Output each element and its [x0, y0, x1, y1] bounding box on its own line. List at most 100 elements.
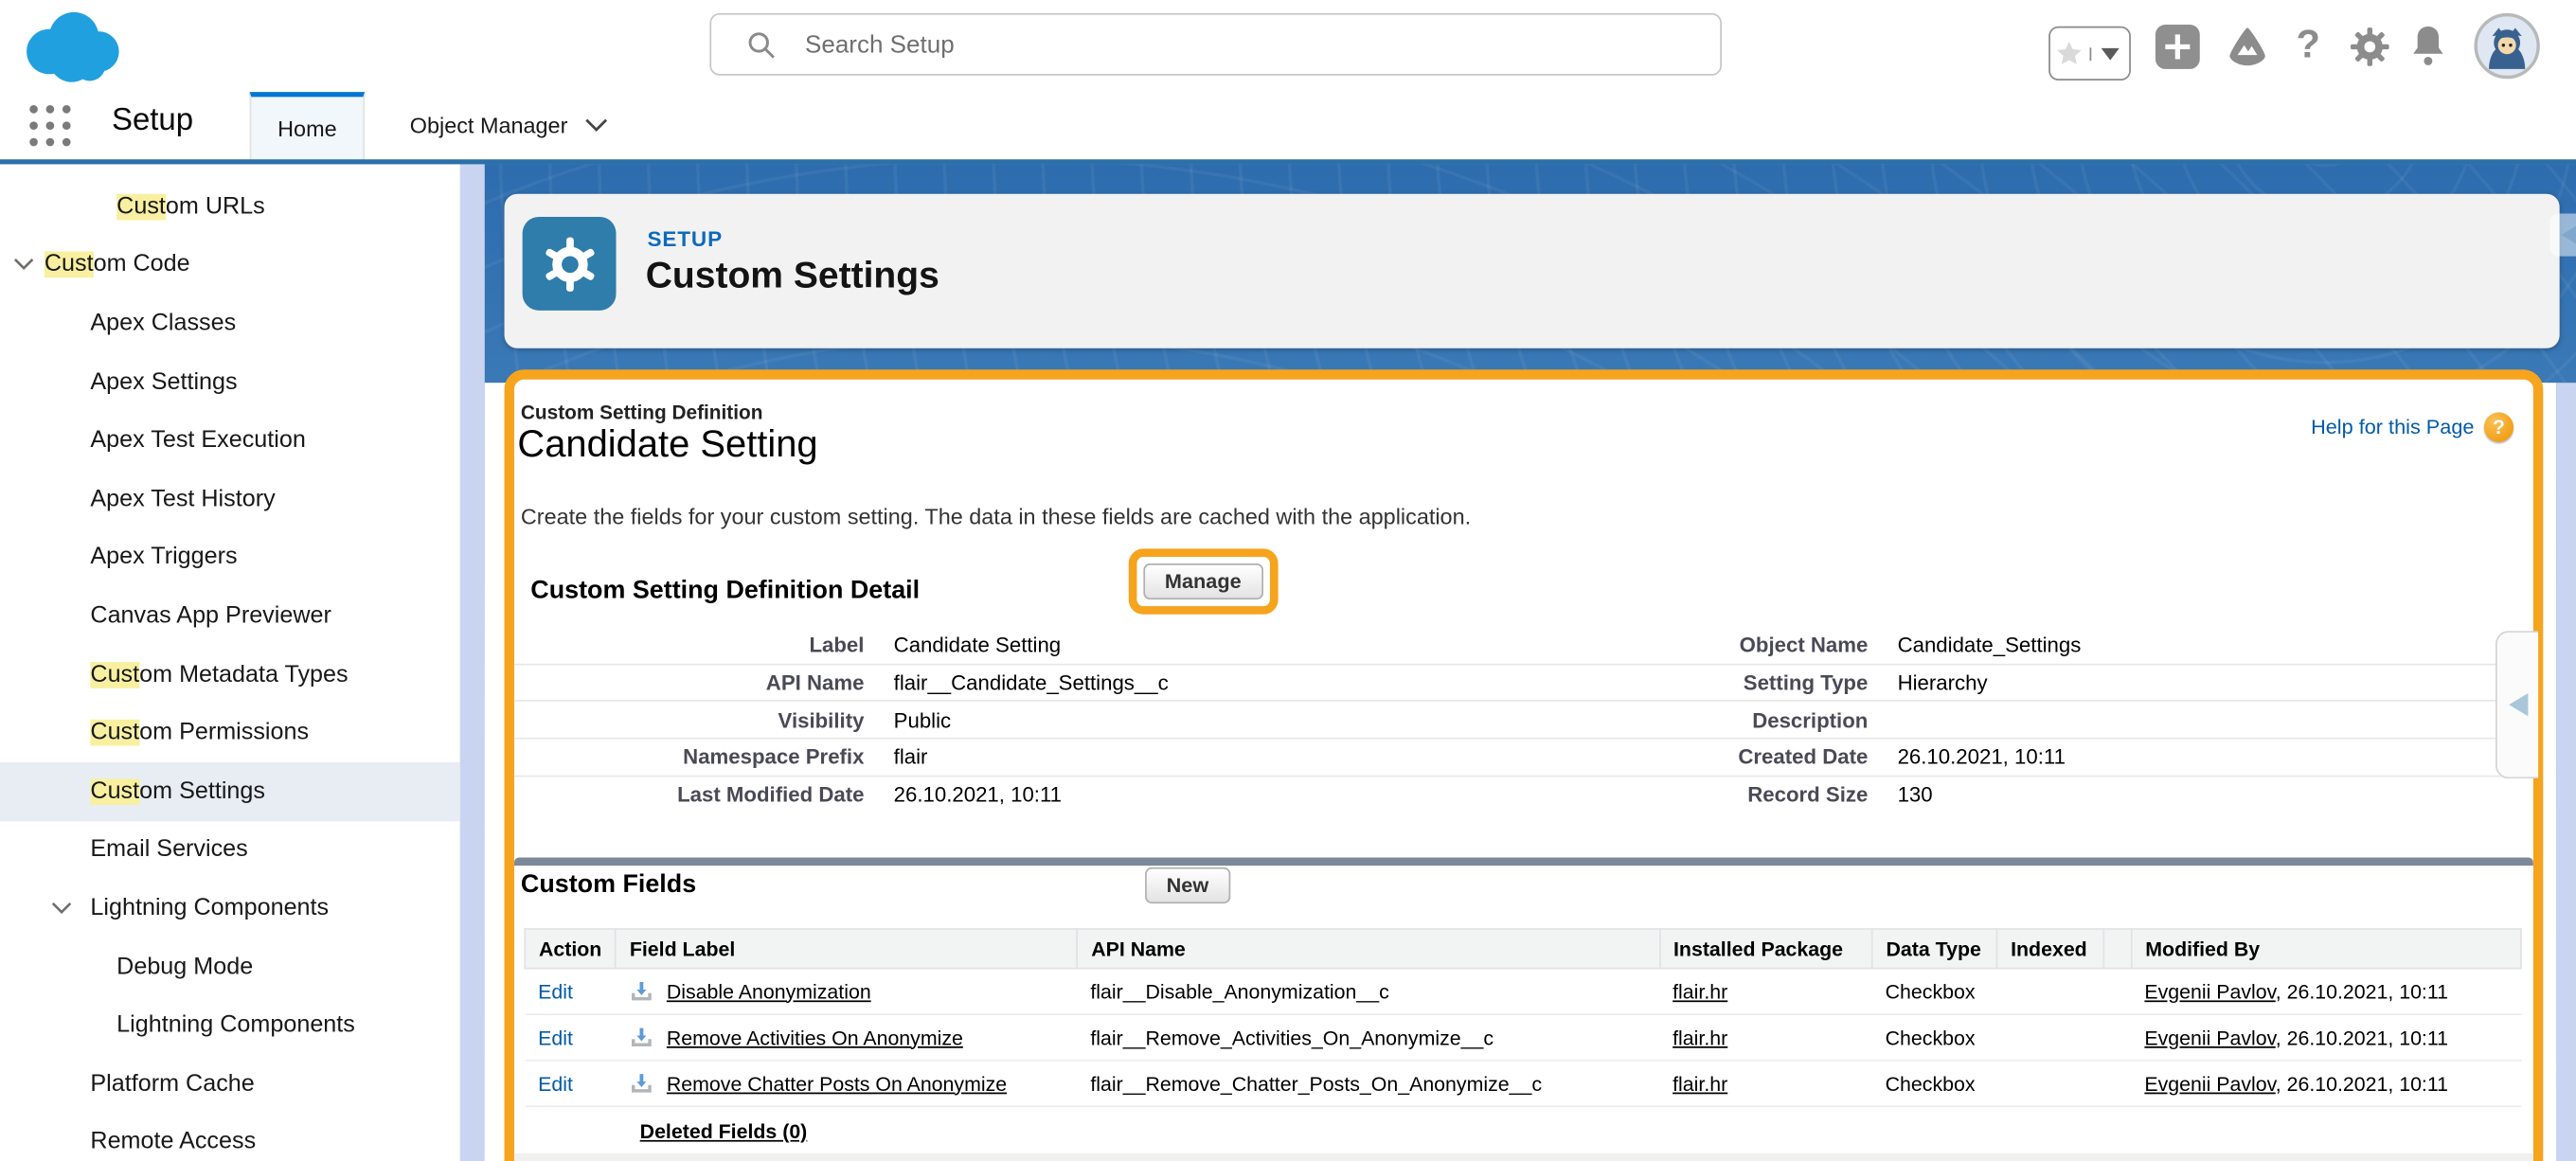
page-title: Custom Settings — [646, 255, 939, 297]
global-add-icon[interactable] — [2156, 25, 2200, 69]
tab-home[interactable]: Home — [250, 92, 365, 159]
field-value: 130 — [1898, 782, 2533, 807]
help-link[interactable]: Help for this Page — [2311, 416, 2474, 438]
collapsed-panel-tab[interactable] — [2496, 631, 2538, 778]
deleted-fields-row: Deleted Fields (0) — [525, 1106, 2521, 1157]
manage-button-highlight: Manage — [1129, 548, 1278, 614]
chevron-down-icon — [13, 259, 35, 272]
favorites-star-icon[interactable] — [2050, 40, 2089, 67]
column-header: Field Label — [616, 929, 1077, 969]
help-question-icon[interactable]: ? — [2484, 412, 2513, 441]
user-avatar[interactable] — [2474, 13, 2539, 79]
modified-by-link[interactable]: Evgenii Pavlov — [2144, 1072, 2275, 1095]
walkthrough-highlight-box: Custom Setting Definition Candidate Sett… — [505, 369, 2544, 1161]
custom-settings-tile — [523, 217, 617, 311]
sidebar-item-canvas-app-previewer[interactable]: Canvas App Previewer — [0, 587, 460, 646]
app-name: Setup — [112, 103, 193, 139]
column-header — [2103, 929, 2131, 969]
field-label-link[interactable]: Disable Anonymization — [667, 980, 871, 1003]
chevron-down-icon — [51, 902, 73, 915]
deleted-fields-link[interactable]: Deleted Fields (0) — [640, 1120, 808, 1143]
content-scrollbar[interactable] — [2556, 383, 2576, 1161]
detail-row: Namespace Prefix flair Created Date 26.1… — [514, 738, 2533, 775]
sidebar-item-lightning-components-child[interactable]: Lightning Components — [0, 996, 460, 1055]
favorites-button — [2048, 27, 2131, 80]
column-header: Modified By — [2132, 929, 2521, 969]
field-label: Description — [1551, 707, 1869, 732]
field-label: API Name — [514, 670, 864, 695]
field-value: 26.10.2021, 10:11 — [894, 782, 1551, 807]
sidebar-item-apex-triggers[interactable]: Apex Triggers — [0, 528, 460, 587]
modified-date: , 26.10.2021, 10:11 — [2276, 980, 2448, 1003]
sidebar-item-apex-test-execution[interactable]: Apex Test Execution — [0, 411, 460, 470]
field-label-link[interactable]: Remove Activities On Anonymize — [667, 1026, 963, 1048]
collapse-handle-icon[interactable] — [2549, 214, 2576, 257]
breadcrumb-eyebrow: SETUP — [647, 226, 723, 251]
setup-gear-icon[interactable] — [2346, 23, 2392, 69]
edit-link[interactable]: Edit — [538, 1072, 573, 1095]
tab-object-manager[interactable]: Object Manager — [365, 92, 653, 159]
table-row: Edit Disable Anonymization flair__Disabl… — [525, 969, 2521, 1015]
field-value: Candidate Setting — [894, 633, 1551, 657]
sidebar-item-debug-mode[interactable]: Debug Mode — [0, 938, 460, 996]
edit-link[interactable]: Edit — [538, 1026, 573, 1048]
edit-link[interactable]: Edit — [538, 980, 573, 1003]
section-top-bar — [514, 858, 2533, 866]
sidebar-item-custom-permissions[interactable]: Custom Permissions — [0, 704, 460, 762]
field-label-link[interactable]: Remove Chatter Posts On Anonymize — [667, 1072, 1007, 1095]
custom-fields-table: Action Field Label API Name Installed Pa… — [524, 928, 2521, 1158]
modified-date: , 26.10.2021, 10:11 — [2276, 1072, 2448, 1095]
installed-package-link[interactable]: flair.hr — [1673, 1072, 1727, 1095]
sidebar-item-platform-cache[interactable]: Platform Cache — [0, 1055, 460, 1114]
field-label: Label — [514, 633, 864, 657]
salesforce-cloud-logo-icon — [16, 7, 131, 85]
setup-navbar: Setup Home Object Manager — [0, 92, 2576, 159]
sidebar-item-apex-settings[interactable]: Apex Settings — [0, 353, 460, 412]
sidebar-item-email-services[interactable]: Email Services — [0, 821, 460, 880]
manage-button[interactable]: Manage — [1143, 563, 1262, 599]
sidebar-item-custom-metadata-types[interactable]: Custom Metadata Types — [0, 645, 460, 704]
notifications-bell-icon[interactable] — [2406, 22, 2452, 71]
modified-date: , 26.10.2021, 10:11 — [2276, 1026, 2448, 1048]
sidebar-item-remote-access[interactable]: Remote Access — [0, 1113, 460, 1161]
sidebar-item-lightning-components[interactable]: Lightning Components — [0, 879, 460, 938]
setup-search[interactable] — [709, 13, 1722, 76]
search-icon — [747, 30, 775, 58]
chevron-down-icon — [584, 118, 607, 134]
detail-field-rows: Label Candidate Setting Object Name Cand… — [514, 628, 2533, 813]
installed-package-icon — [629, 1071, 653, 1096]
help-icon[interactable]: ? — [2287, 20, 2330, 73]
field-value: flair — [894, 745, 1551, 770]
installed-package-link[interactable]: flair.hr — [1673, 1026, 1727, 1048]
sidebar-item-apex-classes[interactable]: Apex Classes — [0, 295, 460, 353]
sidebar-item-custom-settings[interactable]: Custom Settings — [0, 762, 460, 821]
app-launcher-icon[interactable] — [29, 105, 72, 148]
field-value: Public — [894, 707, 1551, 732]
column-header: API Name — [1077, 929, 1659, 969]
record-title: Candidate Setting — [517, 422, 817, 467]
modified-by-link[interactable]: Evgenii Pavlov — [2144, 980, 2275, 1003]
sidebar-scrollbar[interactable] — [460, 164, 485, 1161]
setup-sidebar-tree: Custom URLs Custom Code Apex Classes Ape… — [0, 164, 460, 1161]
new-button[interactable]: New — [1145, 867, 1230, 903]
search-input[interactable] — [802, 28, 1721, 60]
sidebar-item-custom-urls[interactable]: Custom URLs — [0, 177, 460, 236]
data-type: Checkbox — [1886, 980, 1976, 1003]
detail-section-heading: Custom Setting Definition Detail — [530, 577, 920, 606]
guidance-center-icon[interactable] — [2221, 22, 2274, 75]
sidebar-item-apex-test-history[interactable]: Apex Test History — [0, 470, 460, 528]
installed-package-link[interactable]: flair.hr — [1673, 980, 1727, 1003]
section-label: Custom Setting Definition — [521, 401, 763, 423]
installed-package-icon — [629, 1025, 653, 1049]
salesforce-setup-page: ? — [0, 0, 2576, 1161]
field-label: Created Date — [1551, 745, 1869, 770]
global-header: ? — [0, 0, 2576, 92]
data-type: Checkbox — [1886, 1072, 1976, 1095]
favorites-caret-icon[interactable] — [2089, 46, 2130, 60]
field-value: flair__Candidate_Settings__c — [894, 670, 1551, 695]
field-label: Record Size — [1551, 782, 1869, 807]
modified-by-link[interactable]: Evgenii Pavlov — [2144, 1026, 2275, 1048]
column-header: Indexed — [1996, 929, 2103, 969]
sidebar-item-custom-code[interactable]: Custom Code — [0, 236, 460, 295]
detail-row: Visibility Public Description — [514, 701, 2533, 738]
